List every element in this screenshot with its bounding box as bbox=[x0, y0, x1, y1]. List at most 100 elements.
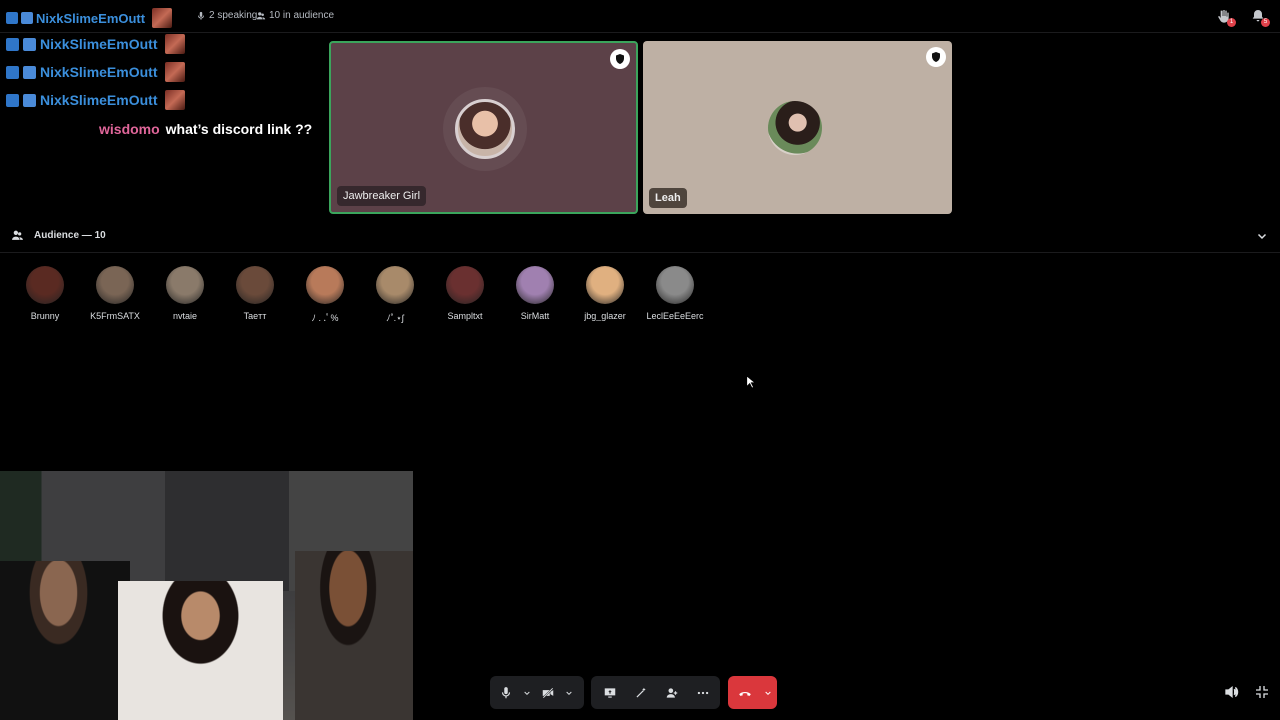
avatar bbox=[236, 266, 274, 304]
microphone-icon bbox=[501, 686, 511, 698]
audience-member[interactable]: nvtaie bbox=[150, 266, 220, 321]
audience-member-name: LeclEeEeEerc bbox=[646, 311, 704, 321]
chat-username: NixkSlimeEmOutt bbox=[40, 36, 158, 52]
speaker-tile[interactable]: Leah bbox=[643, 41, 952, 214]
audio-settings-dropdown[interactable] bbox=[520, 676, 534, 709]
speaker-tile[interactable]: Jawbreaker Girl bbox=[329, 41, 638, 214]
more-options-button[interactable] bbox=[687, 676, 718, 709]
partner-badge-icon bbox=[6, 37, 19, 51]
avatar bbox=[166, 266, 204, 304]
user-thumbnail-image bbox=[165, 62, 186, 82]
audience-member-name: ﾉ˚.⋆ʃ bbox=[386, 313, 404, 323]
hypesquad-badge-icon bbox=[23, 93, 36, 107]
audience-status: 10 in audience bbox=[256, 10, 334, 21]
audience-member-name: Brunny bbox=[30, 311, 60, 321]
exit-fullscreen-button[interactable] bbox=[1254, 684, 1270, 700]
screen-share-icon bbox=[604, 687, 615, 698]
audience-member-name: Sampltxt bbox=[447, 311, 483, 321]
camera-button[interactable] bbox=[534, 676, 562, 709]
audience-member[interactable]: K5FrmSATX bbox=[80, 266, 150, 321]
chat-username: NixkSlimeEmOutt bbox=[40, 64, 158, 80]
channel-name: NixkSlimeEmOutt bbox=[36, 10, 146, 26]
notifications-button[interactable]: 5 bbox=[1250, 8, 1270, 27]
chevron-down-icon bbox=[765, 691, 771, 695]
avatar bbox=[376, 266, 414, 304]
volume-icon bbox=[1225, 685, 1239, 699]
video-settings-dropdown[interactable] bbox=[562, 676, 576, 709]
audience-member-name: ﾉ . .ﾟ% bbox=[311, 313, 339, 323]
speaker-name: Jawbreaker Girl bbox=[337, 186, 427, 206]
hypesquad-badge-icon bbox=[23, 65, 36, 79]
avatar bbox=[306, 266, 344, 304]
audience-member[interactable]: Brunny bbox=[10, 266, 80, 321]
avatar bbox=[516, 266, 554, 304]
partner-badge-icon bbox=[6, 12, 18, 24]
chat-text: what’s discord link ?? bbox=[165, 121, 313, 137]
webcam-video bbox=[0, 471, 413, 720]
disconnect-group bbox=[728, 676, 777, 709]
audience-member[interactable]: SirMatt bbox=[500, 266, 570, 321]
raise-hand-button[interactable]: 1 bbox=[1216, 8, 1236, 27]
shield-icon bbox=[932, 52, 940, 62]
mouse-cursor-icon bbox=[746, 375, 755, 389]
activities-button[interactable] bbox=[625, 676, 656, 709]
audience-member[interactable]: Taeтт bbox=[220, 266, 290, 321]
audience-member[interactable]: jbg_glazer bbox=[570, 266, 640, 321]
invite-speaker-icon bbox=[666, 687, 677, 698]
user-thumbnail-image bbox=[165, 90, 186, 110]
person-right bbox=[295, 551, 413, 720]
audience-icon bbox=[12, 230, 23, 240]
hypesquad-badge-icon bbox=[23, 37, 36, 51]
speaking-status: 2 speaking bbox=[196, 10, 257, 21]
audience-member-name: K5FrmSATX bbox=[90, 311, 140, 321]
chat-message: NixkSlimeEmOutt bbox=[6, 61, 186, 83]
moderator-badge bbox=[610, 49, 630, 69]
notifications-badge: 5 bbox=[1261, 18, 1270, 27]
audience-divider bbox=[0, 252, 1280, 253]
audience-member[interactable]: LeclEeEeEerc bbox=[640, 266, 710, 321]
speaker-avatar bbox=[768, 101, 822, 155]
stage-actions bbox=[591, 676, 720, 709]
person-center bbox=[118, 581, 283, 720]
invite-to-speak-button[interactable] bbox=[656, 676, 687, 709]
disconnect-button[interactable] bbox=[728, 676, 761, 709]
chat-message: NixkSlimeEmOutt bbox=[6, 89, 186, 111]
voice-controls bbox=[490, 676, 584, 709]
exit-fullscreen-icon bbox=[1256, 686, 1268, 698]
audience-icon bbox=[256, 11, 266, 19]
audience-header: Audience — 10 bbox=[34, 230, 106, 241]
camera-off-icon bbox=[542, 687, 554, 698]
avatar bbox=[26, 266, 64, 304]
shield-icon bbox=[616, 54, 624, 64]
audience-member[interactable]: ﾉ˚.⋆ʃ bbox=[360, 266, 430, 324]
audience-member-name: Taeтт bbox=[243, 311, 267, 321]
audience-count: 10 in audience bbox=[269, 10, 335, 21]
chat-message: NixkSlimeEmOutt bbox=[6, 33, 186, 55]
avatar bbox=[96, 266, 134, 304]
speaking-count: 2 speaking bbox=[209, 10, 258, 21]
more-horizontal-icon bbox=[697, 691, 708, 694]
chat-username: NixkSlimeEmOutt bbox=[40, 92, 158, 108]
audience-member[interactable]: ﾉ . .ﾟ% bbox=[290, 266, 360, 324]
person-left bbox=[0, 561, 130, 720]
speaker-name: Leah bbox=[649, 188, 687, 208]
volume-button[interactable] bbox=[1224, 684, 1240, 700]
avatar bbox=[656, 266, 694, 304]
magic-wand-icon bbox=[636, 687, 646, 697]
chevron-down-icon[interactable] bbox=[1256, 230, 1268, 242]
stage-header-bar bbox=[0, 0, 1280, 33]
screen-share-button[interactable] bbox=[594, 676, 625, 709]
moderator-badge bbox=[926, 47, 946, 67]
chat-username: wisdomo bbox=[99, 121, 160, 137]
audience-member[interactable]: Sampltxt bbox=[430, 266, 500, 321]
chevron-down-icon bbox=[524, 691, 530, 695]
audience-member-name: SirMatt bbox=[520, 311, 550, 321]
speaker-avatar bbox=[455, 99, 515, 159]
microphone-icon bbox=[198, 11, 204, 20]
avatar bbox=[586, 266, 624, 304]
audience-member-name: nvtaie bbox=[172, 311, 198, 321]
mute-button[interactable] bbox=[492, 676, 520, 709]
avatar bbox=[446, 266, 484, 304]
partner-badge-icon bbox=[6, 93, 19, 107]
disconnect-options-dropdown[interactable] bbox=[761, 676, 775, 709]
